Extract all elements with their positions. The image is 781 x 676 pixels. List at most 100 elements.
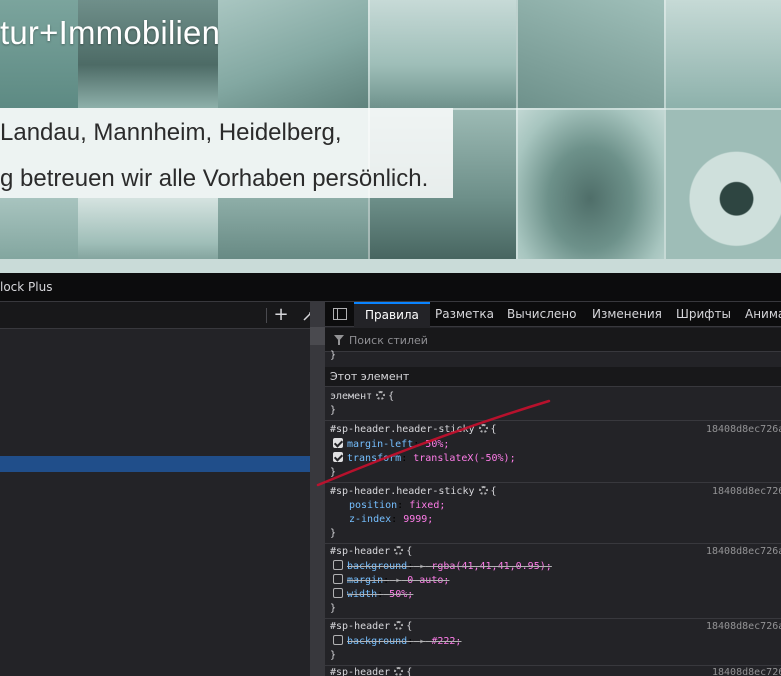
property-name[interactable]: width <box>347 589 377 600</box>
declaration-checkbox[interactable] <box>333 635 343 645</box>
search-styles-input[interactable] <box>349 332 769 348</box>
gear-icon[interactable] <box>394 546 404 555</box>
devtools-title-bar: lock Plus <box>0 273 781 302</box>
hero-service-text: g betreuen wir alle Vorhaben persönlich. <box>0 165 429 192</box>
rule-source-link[interactable]: 18408d8ec726 <box>712 666 781 676</box>
property-value[interactable]: fixed; <box>409 500 445 511</box>
gear-icon[interactable] <box>478 486 488 495</box>
expand-arrow-icon[interactable]: ▸ <box>419 636 425 647</box>
tab-computed[interactable]: Вычислено <box>507 302 576 327</box>
property-name[interactable]: z-index <box>349 514 391 525</box>
declaration-row[interactable]: background: ▸ rgba(41,41,41,0.95); <box>333 560 552 574</box>
property-value[interactable]: 0 auto; <box>407 575 449 586</box>
collage-photo-3 <box>218 0 368 108</box>
property-value[interactable]: 50%; <box>389 589 413 600</box>
collage-bottom-strip <box>0 259 781 273</box>
colon: : <box>407 561 414 572</box>
rule-selector[interactable]: элемент { <box>330 390 394 404</box>
declaration-row[interactable]: margin: ▸ 0 auto; <box>333 574 449 588</box>
colon: : <box>377 589 384 600</box>
declaration-row[interactable]: width: 50%; <box>333 588 413 602</box>
hero-title: tur+Immobilien <box>0 14 221 51</box>
colon: : <box>401 453 408 464</box>
selector-text: #sp-header.header-sticky <box>330 486 475 497</box>
declaration-checkbox[interactable] <box>333 588 343 598</box>
expand-arrow-icon[interactable]: ▸ <box>419 561 425 572</box>
brace-open: { <box>490 486 497 497</box>
declaration-row[interactable]: margin-left: 50%; <box>333 438 449 452</box>
rule-selector[interactable]: #sp-header.header-sticky { <box>330 423 497 437</box>
declaration-checkbox[interactable] <box>333 438 343 448</box>
rule-divider <box>325 420 781 421</box>
property-name[interactable]: position <box>349 500 397 511</box>
expand-arrow-icon[interactable]: ▸ <box>395 575 401 586</box>
tab-animations[interactable]: Анима <box>745 302 781 327</box>
rule-selector[interactable]: #sp-header { <box>330 666 412 676</box>
colon: : <box>397 500 404 511</box>
panel-splitter-scrollbar[interactable] <box>310 302 325 676</box>
selected-markup-node[interactable] <box>0 456 310 472</box>
gear-icon[interactable] <box>376 391 386 400</box>
sidebar-toggle-icon[interactable] <box>333 308 347 320</box>
property-value[interactable]: translateX(-50%); <box>413 453 515 464</box>
rule-close-brace: } <box>330 603 337 614</box>
markup-inspector-panel[interactable]: + <box>0 302 315 676</box>
this-element-section-header[interactable]: Этот элемент <box>325 367 781 387</box>
property-value[interactable]: rgba(41,41,41,0.95); <box>431 561 551 572</box>
rule-selector[interactable]: #sp-header.header-sticky { <box>330 485 497 499</box>
tab-fonts[interactable]: Шрифты <box>676 302 731 327</box>
gear-icon[interactable] <box>394 621 404 630</box>
declaration-row[interactable]: transform: translateX(-50%); <box>333 452 516 466</box>
style-filter-bar <box>325 328 781 352</box>
tab-rules[interactable]: Правила <box>354 302 430 327</box>
collage-divider <box>453 108 781 110</box>
rule-source-link[interactable]: 18408d8ec726a <box>706 620 781 634</box>
property-value[interactable]: 50%; <box>425 439 449 450</box>
brace-open: { <box>406 667 413 676</box>
declaration-checkbox[interactable] <box>333 574 343 584</box>
gear-icon[interactable] <box>478 424 488 433</box>
declaration-checkbox[interactable] <box>333 560 343 570</box>
hero-locations-text: Landau, Mannheim, Heidelberg, <box>0 119 342 146</box>
property-name[interactable]: background <box>347 561 407 572</box>
property-name[interactable]: margin-left <box>347 439 413 450</box>
rule-source-link[interactable]: 18408d8ec726a <box>706 423 781 437</box>
rule-source-link[interactable]: 18408d8ec726a <box>706 545 781 559</box>
colon: : <box>391 514 398 525</box>
rule-selector[interactable]: #sp-header { <box>330 620 412 634</box>
collage-photo-12 <box>664 108 781 273</box>
devtools-title-text: lock Plus <box>0 280 53 294</box>
property-name[interactable]: background <box>347 636 407 647</box>
gear-icon[interactable] <box>394 667 404 676</box>
plus-icon: + <box>273 304 289 325</box>
rule-source-link[interactable]: 18408d8ec726 <box>712 485 781 499</box>
rule-divider <box>325 482 781 483</box>
property-name[interactable]: transform <box>347 453 401 464</box>
add-node-button[interactable]: + <box>270 304 292 326</box>
declaration-row[interactable]: z-index: 9999; <box>333 513 433 527</box>
brace-open: { <box>406 546 413 557</box>
declaration-checkbox[interactable] <box>333 452 343 462</box>
tab-layout[interactable]: Разметка <box>435 302 494 327</box>
scrollbar-thumb[interactable] <box>310 327 325 345</box>
collage-photo-11 <box>516 108 664 273</box>
website-hero-banner: tur+Immobilien Landau, Mannheim, Heidelb… <box>0 0 781 273</box>
declaration-row[interactable]: background: ▸ #222; <box>333 635 461 649</box>
collage-divider <box>664 0 666 273</box>
sidebar-tab-bar: Правила Разметка Вычислено Изменения Шри… <box>325 302 781 327</box>
previous-rule-closing-brace: } <box>330 350 337 361</box>
rule-divider <box>325 543 781 544</box>
property-name[interactable]: margin <box>347 575 383 586</box>
brace-open: { <box>388 391 395 402</box>
declaration-row[interactable]: position: fixed; <box>333 499 445 513</box>
tab-changes[interactable]: Изменения <box>592 302 662 327</box>
colon: : <box>413 439 420 450</box>
filter-icon <box>334 335 344 345</box>
inspector-toolbar: + <box>0 302 315 329</box>
rule-divider <box>325 618 781 619</box>
rule-selector[interactable]: #sp-header { <box>330 545 412 559</box>
rule-close-brace: } <box>330 467 337 478</box>
selector-text: #sp-header <box>330 546 391 557</box>
property-value[interactable]: 9999; <box>403 514 433 525</box>
property-value[interactable]: #222; <box>431 636 461 647</box>
